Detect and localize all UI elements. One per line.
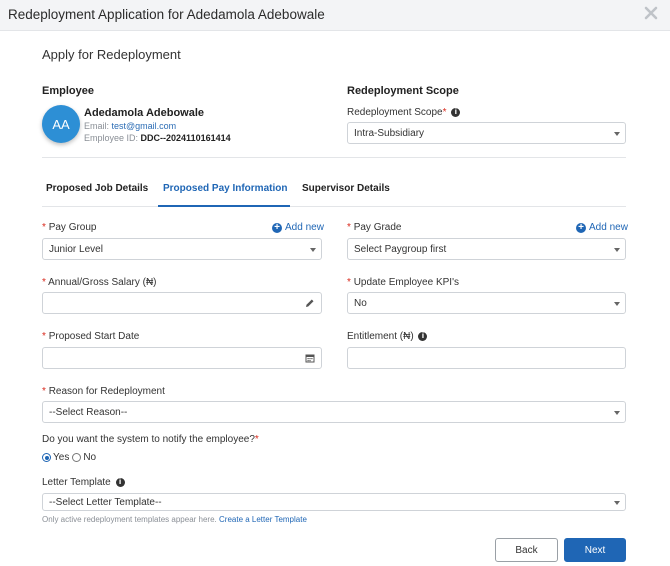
avatar: AA (42, 105, 80, 143)
entitlement-label: Entitlement (₦) i (347, 331, 428, 342)
modal-title: Redeployment Application for Adedamola A… (8, 7, 325, 22)
scope-field-label: Redeployment Scope* i (347, 107, 461, 118)
chevron-down-icon (614, 132, 620, 136)
pay-group-value: Junior Level (49, 243, 103, 255)
start-date-label: * Proposed Start Date (42, 331, 140, 342)
page-title: Apply for Redeployment (42, 47, 181, 62)
add-pay-group-link[interactable]: + Add new (272, 222, 324, 233)
start-date-input[interactable] (42, 347, 322, 369)
salary-input[interactable] (42, 292, 322, 314)
reason-value: --Select Reason-- (49, 406, 128, 418)
pay-group-label: * Pay Group (42, 222, 97, 233)
tab-proposed-job-details[interactable]: Proposed Job Details (46, 183, 148, 194)
chevron-down-icon (310, 248, 316, 252)
notify-no-radio[interactable] (72, 453, 82, 462)
tabs-divider (42, 206, 626, 207)
close-icon[interactable] (644, 6, 658, 20)
update-kpi-select[interactable]: No (347, 292, 626, 314)
pay-grade-label: * Pay Grade (347, 222, 402, 233)
tab-proposed-pay-information[interactable]: Proposed Pay Information (163, 183, 287, 194)
employee-email-label: Email: (84, 121, 110, 131)
create-letter-template-link[interactable]: Create a Letter Template (219, 515, 307, 524)
plus-circle-icon: + (576, 222, 586, 233)
notify-radio-group: Yes No (42, 452, 96, 463)
tab-supervisor-details[interactable]: Supervisor Details (302, 183, 390, 194)
reason-select[interactable]: --Select Reason-- (42, 401, 626, 423)
letter-template-label: Letter Template i (42, 477, 125, 488)
letter-template-value: --Select Letter Template-- (49, 496, 162, 508)
update-kpi-label: * Update Employee KPI's (347, 277, 459, 288)
reason-label: * Reason for Redeployment (42, 386, 165, 397)
pay-grade-value: Select Paygroup first (354, 243, 447, 255)
info-icon: i (451, 107, 461, 117)
scope-section-label: Redeployment Scope (347, 85, 459, 97)
notify-yes-label[interactable]: Yes (53, 452, 69, 463)
info-icon: i (418, 331, 428, 341)
salary-label: * Annual/Gross Salary (₦) (42, 277, 157, 288)
back-button[interactable]: Back (495, 538, 558, 562)
scope-select-value: Intra-Subsidiary (354, 127, 425, 139)
employee-email-line: Email: test@gmail.com (84, 121, 176, 131)
pay-group-select[interactable]: Junior Level (42, 238, 322, 260)
employee-section-label: Employee (42, 85, 94, 97)
modal-header: Redeployment Application for Adedamola A… (0, 0, 670, 31)
employee-id-line: Employee ID: DDC--2024110161414 (84, 133, 231, 143)
notify-no-label[interactable]: No (83, 452, 96, 463)
active-tab-indicator (158, 205, 290, 207)
divider (42, 157, 626, 158)
employee-id-label: Employee ID: (84, 133, 139, 143)
next-button[interactable]: Next (564, 538, 626, 562)
notify-question: Do you want the system to notify the emp… (42, 434, 259, 445)
entitlement-input[interactable] (347, 347, 626, 369)
plus-circle-icon: + (272, 222, 282, 233)
letter-template-hint: Only active redeployment templates appea… (42, 515, 307, 524)
notify-yes-radio[interactable] (42, 453, 51, 462)
chevron-down-icon (614, 302, 620, 306)
scope-select[interactable]: Intra-Subsidiary (347, 122, 626, 144)
pencil-icon (306, 299, 314, 307)
employee-name: Adedamola Adebowale (84, 107, 205, 119)
update-kpi-value: No (354, 297, 367, 309)
pay-grade-select[interactable]: Select Paygroup first (347, 238, 626, 260)
add-pay-grade-link[interactable]: + Add new (576, 222, 628, 233)
calendar-icon[interactable] (305, 353, 315, 363)
employee-email[interactable]: test@gmail.com (112, 121, 177, 131)
chevron-down-icon (614, 248, 620, 252)
chevron-down-icon (614, 501, 620, 505)
info-icon: i (115, 477, 125, 487)
employee-id: DDC--2024110161414 (140, 133, 231, 143)
letter-template-select[interactable]: --Select Letter Template-- (42, 493, 626, 511)
chevron-down-icon (614, 411, 620, 415)
